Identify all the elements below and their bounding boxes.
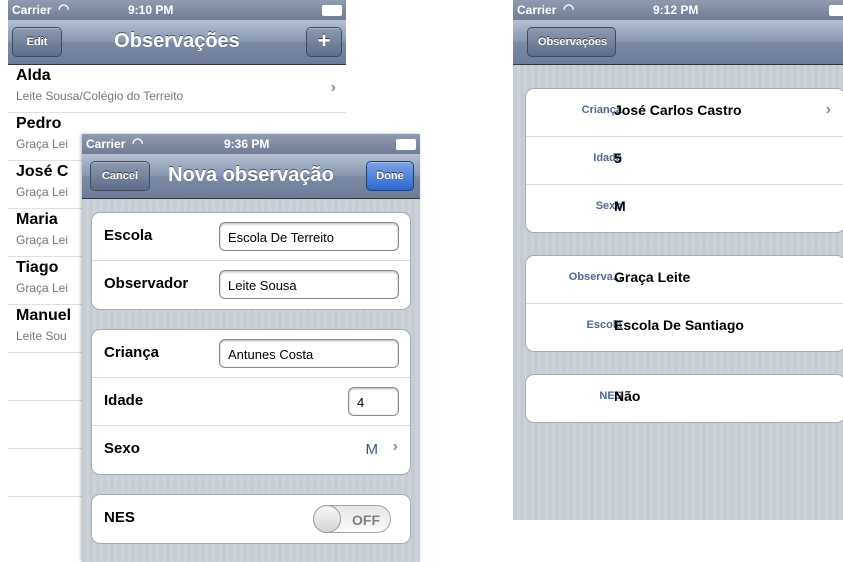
chevron-right-icon: › (392, 438, 398, 455)
observation-detail-screen: Carrier ◠ 9:12 PM Observações Criança Jo… (513, 0, 843, 520)
list-item-title: Tiago (16, 259, 59, 276)
observer-label: Observador (104, 275, 189, 292)
list-item-title: Pedro (16, 115, 62, 132)
toggle-state-label: OFF (352, 512, 380, 528)
status-time: 9:36 PM (224, 137, 270, 151)
status-time: 9:10 PM (128, 3, 174, 17)
observer-field[interactable]: Leite Sousa (219, 270, 399, 299)
new-observation-screen: Carrier ◠ 9:36 PM Cancel Nova observação… (82, 134, 420, 562)
wifi-icon: ◠ (132, 135, 144, 150)
back-button[interactable]: Observações (527, 27, 617, 57)
sex-value: M (614, 198, 626, 214)
child-cell: Criança Antunes Costa (92, 330, 410, 378)
list-item-subtitle: Graça Lei (16, 233, 69, 247)
status-bar: Carrier ◠ 9:12 PM (513, 0, 843, 20)
nes-value: Não (614, 388, 641, 404)
carrier-label: Carrier (12, 3, 52, 17)
wifi-icon: ◠ (58, 1, 70, 16)
child-label: Criança (104, 344, 160, 361)
status-bar: Carrier ◠ 9:10 PM (8, 0, 346, 20)
list-item-title: Alda (16, 67, 51, 84)
done-button[interactable]: Done (366, 161, 414, 191)
add-observation-button[interactable]: + (306, 27, 342, 57)
school-label: Escola (104, 227, 153, 244)
observer-value: Graça Leite (614, 269, 691, 285)
nav-bar: Observações (513, 20, 843, 65)
sex-cell[interactable]: Sexo M › (92, 426, 410, 473)
sex-row: Sexo M (526, 185, 843, 232)
age-label: Idade (593, 152, 622, 164)
age-label: Idade (104, 392, 144, 409)
list-item-subtitle: Leite Sousa/Colégio do Terreito (16, 89, 184, 103)
list-item-subtitle: Graça Lei (16, 185, 69, 199)
toggle-knob (313, 505, 341, 533)
child-field[interactable]: Antunes Costa (219, 339, 399, 368)
child-label: Criança (581, 104, 622, 116)
list-item-title: José C (16, 163, 69, 180)
list-item[interactable]: Alda Leite Sousa/Colégio do Terreito › (8, 65, 346, 113)
child-section: Criança Antunes Costa Idade 4 Sexo M › (91, 329, 411, 475)
age-value: 5 (614, 150, 622, 166)
school-observer-section: Escola Escola De Terreito Observador Lei… (91, 212, 411, 310)
observer-label: Observa... (568, 271, 622, 283)
list-item-subtitle: Graça Lei (16, 137, 69, 151)
nes-cell: NES OFF (92, 495, 410, 542)
observation-info-group: Observa... Graça Leite Escola Escola De … (525, 255, 843, 352)
sex-label: Sexo (104, 440, 140, 457)
list-item-title: Maria (16, 211, 58, 228)
nav-bar: Cancel Nova observação Done (82, 154, 420, 199)
status-time: 9:12 PM (653, 3, 699, 17)
list-item-subtitle: Graça Lei (16, 281, 69, 295)
battery-icon (396, 139, 416, 150)
nav-bar: Edit Observações + (8, 20, 346, 65)
carrier-label: Carrier (86, 137, 126, 151)
age-field[interactable]: 4 (348, 387, 399, 416)
status-bar: Carrier ◠ 9:36 PM (82, 134, 420, 154)
battery-icon (322, 5, 342, 16)
chevron-right-icon: › (825, 101, 831, 118)
nes-info-group: NES Não (525, 374, 843, 423)
age-row: Idade 5 (526, 137, 843, 185)
observer-cell: Observador Leite Sousa (92, 261, 410, 308)
child-row[interactable]: Criança José Carlos Castro › (526, 89, 843, 137)
list-item-title: Manuel (16, 307, 72, 324)
school-label: Escola (586, 319, 622, 331)
nes-row: NES Não (526, 375, 843, 422)
nes-toggle[interactable]: OFF (313, 505, 391, 533)
chevron-right-icon: › (330, 79, 336, 96)
sex-value: M (365, 441, 379, 458)
school-value: Escola De Santiago (614, 317, 744, 333)
school-field[interactable]: Escola De Terreito (219, 222, 399, 251)
carrier-label: Carrier (517, 3, 557, 17)
sex-label: Sexo (595, 200, 622, 212)
age-cell: Idade 4 (92, 378, 410, 426)
battery-icon (829, 5, 843, 16)
school-cell: Escola Escola De Terreito (92, 213, 410, 261)
observer-row: Observa... Graça Leite (526, 256, 843, 304)
nes-label: NES (599, 390, 622, 402)
child-value: José Carlos Castro (614, 102, 742, 118)
wifi-icon: ◠ (563, 1, 575, 16)
nes-label: NES (104, 509, 135, 526)
page-title: Observações (114, 30, 240, 52)
school-row: Escola Escola De Santiago (526, 304, 843, 351)
list-item-subtitle: Leite Sou (16, 329, 67, 343)
nes-section: NES OFF (91, 494, 411, 544)
child-info-group: Criança José Carlos Castro › Idade 5 Sex… (525, 88, 843, 233)
